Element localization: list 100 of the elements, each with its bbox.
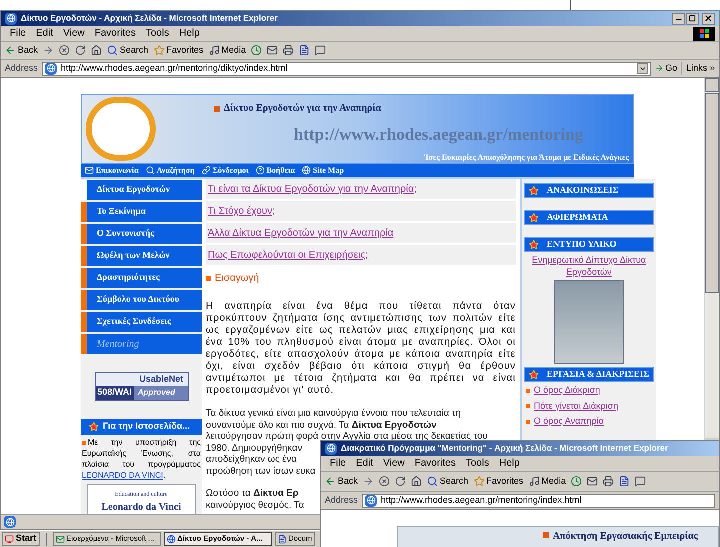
- menu-item[interactable]: File: [325, 456, 352, 471]
- envelope-icon: [85, 166, 94, 175]
- menu-item[interactable]: Edit: [31, 26, 58, 41]
- section-header: ΕΡΓΑΣΙΑ & ΔΙΑΚΡΙΣΕΙΣ: [524, 367, 654, 382]
- document-icon: [299, 45, 310, 56]
- nav-link[interactable]: Επικοινωνία: [85, 164, 139, 176]
- section-header: ΕΝΤΥΠΟ ΥΛΙΚΟ: [524, 237, 654, 252]
- menu-item[interactable]: Tools: [140, 26, 174, 41]
- dropdown-button[interactable]: [637, 63, 648, 74]
- topic-link[interactable]: Ο όρος Αναπηρία: [534, 415, 604, 428]
- topic-link[interactable]: Πότε γίνεται Διάκριση: [534, 400, 618, 413]
- refresh-icon: [75, 45, 86, 56]
- mail-button[interactable]: [267, 45, 278, 56]
- close-button[interactable]: [702, 12, 715, 24]
- discuss-button[interactable]: [315, 45, 326, 56]
- links-button[interactable]: Links »: [681, 62, 715, 76]
- favorites-button[interactable]: Favorites: [154, 44, 204, 58]
- paragraph-line: καινούργιος θεσμός. Τα: [206, 500, 304, 511]
- search-button[interactable]: Search: [107, 44, 149, 58]
- back-button[interactable]: Back: [325, 474, 358, 488]
- minimize-button[interactable]: [672, 12, 685, 24]
- discuss-button[interactable]: [635, 476, 646, 487]
- link-icon: [202, 166, 211, 175]
- go-button[interactable]: Go: [655, 62, 678, 76]
- stop-button[interactable]: [379, 476, 390, 487]
- menu-item[interactable]: Favorites: [90, 26, 141, 41]
- history-button[interactable]: [571, 476, 582, 487]
- music-icon: [208, 45, 220, 56]
- maximize-icon: [689, 15, 696, 22]
- square-bullet-icon: [206, 276, 211, 281]
- search-button[interactable]: Search: [427, 474, 469, 488]
- mail-icon: [587, 476, 598, 487]
- nav-link[interactable]: Αναζήτηση: [146, 164, 195, 176]
- menu-item[interactable]: Help: [494, 456, 525, 471]
- forward-button[interactable]: [363, 476, 374, 487]
- nav-link[interactable]: Βοήθεια: [256, 164, 296, 176]
- nav-link[interactable]: Site Map: [302, 164, 344, 176]
- print-button[interactable]: [603, 476, 614, 487]
- start-button[interactable]: Start: [2, 532, 40, 546]
- favorites-button[interactable]: Favorites: [474, 474, 524, 488]
- menu-item[interactable]: Edit: [351, 456, 378, 471]
- question-link[interactable]: Τι Στόχο έχουν;: [208, 204, 276, 218]
- stop-button[interactable]: [59, 45, 70, 56]
- address-field[interactable]: http://www.rhodes.aegean.gr/mentoring/index.html: [362, 494, 715, 508]
- refresh-button[interactable]: [75, 45, 86, 56]
- home-button[interactable]: [91, 45, 102, 56]
- star-icon: [474, 476, 485, 487]
- section-header: ΑΝΑΚΟΙΝΩΣΕΙΣ: [524, 183, 654, 198]
- back-arrow-icon: [5, 45, 16, 56]
- paragraph-line: Τα δίκτυα γενικά είναι μια καινούργια έννοια που τελευταία τη: [206, 408, 462, 420]
- media-button[interactable]: Media: [528, 474, 566, 488]
- menu-item[interactable]: View: [378, 456, 410, 471]
- forward-arrow-icon: [363, 476, 374, 487]
- paragraph-line: προώθηση των ίσων ευκα: [206, 466, 316, 477]
- refresh-button[interactable]: [395, 476, 406, 487]
- home-button[interactable]: [411, 476, 422, 487]
- side-menu-item[interactable]: Δίκτυα Εργοδοτών: [81, 180, 202, 200]
- clock-icon: [571, 476, 582, 487]
- brochure-link[interactable]: Ενημερωτικό Δίπτυχο Δίκτυα Εργοδοτών: [524, 254, 654, 278]
- menu-item[interactable]: View: [58, 26, 90, 41]
- print-button[interactable]: [283, 45, 294, 56]
- vertical-scrollbar[interactable]: [704, 78, 719, 438]
- browser-icon: [45, 62, 58, 74]
- menu-item[interactable]: Tools: [460, 456, 494, 471]
- star-icon: [529, 212, 539, 222]
- document-icon: [619, 476, 630, 487]
- edit-button[interactable]: [619, 476, 630, 487]
- browser-icon: [166, 534, 176, 544]
- leonardo-link[interactable]: LEONARDO DA VINCI: [82, 471, 164, 480]
- side-menu-item[interactable]: Το Ξεκίνημα: [81, 202, 202, 222]
- topic-link[interactable]: Ο όρος Διάκριση: [534, 384, 600, 398]
- address-label: Address: [5, 62, 38, 75]
- maximize-button[interactable]: [686, 12, 699, 24]
- address-field[interactable]: http://www.rhodes.aegean.gr/mentoring/diktyo/index.html: [42, 62, 652, 76]
- side-menu-item[interactable]: Δραστηριότητες: [81, 268, 202, 288]
- side-menu-item[interactable]: Ωφέλη των Μελών: [81, 246, 202, 266]
- document-icon: [278, 534, 287, 544]
- menu-item[interactable]: Help: [174, 26, 205, 41]
- side-menu-item[interactable]: Ο Συντονιστής: [81, 224, 202, 244]
- star-icon: [529, 186, 539, 196]
- mail-button[interactable]: [587, 476, 598, 487]
- star-icon: [89, 422, 99, 432]
- printer-icon: [603, 476, 614, 487]
- mail-icon: [267, 45, 278, 56]
- side-menu-item[interactable]: Σχετικές Συνδέσεις: [81, 312, 202, 332]
- home-icon: [411, 476, 422, 487]
- browser-icon: [325, 442, 337, 454]
- back-button[interactable]: Back: [5, 44, 38, 58]
- paragraph-line: λειτούργησαν πρώτη φορά στην Αγγλία στα μέσα της δεκαετίας του: [206, 431, 488, 442]
- forward-button[interactable]: [43, 45, 54, 56]
- section-title: Εισαγωγή: [215, 272, 260, 286]
- window-title: Δίκτυο Εργοδοτών - Αρχική Σελίδα - Microsoft Internet Explorer: [21, 14, 279, 23]
- paragraph-line: αποδείχθηκαν ως ένα: [206, 454, 298, 466]
- history-button[interactable]: [251, 45, 262, 56]
- side-menu-item[interactable]: Σύμβολο του Δικτύου: [81, 290, 202, 310]
- media-button[interactable]: Media: [208, 44, 246, 58]
- nav-link[interactable]: Σύνδεσμοι: [202, 164, 249, 176]
- edit-button[interactable]: [299, 45, 310, 56]
- menu-item[interactable]: File: [5, 26, 32, 41]
- menu-item[interactable]: Favorites: [410, 456, 461, 471]
